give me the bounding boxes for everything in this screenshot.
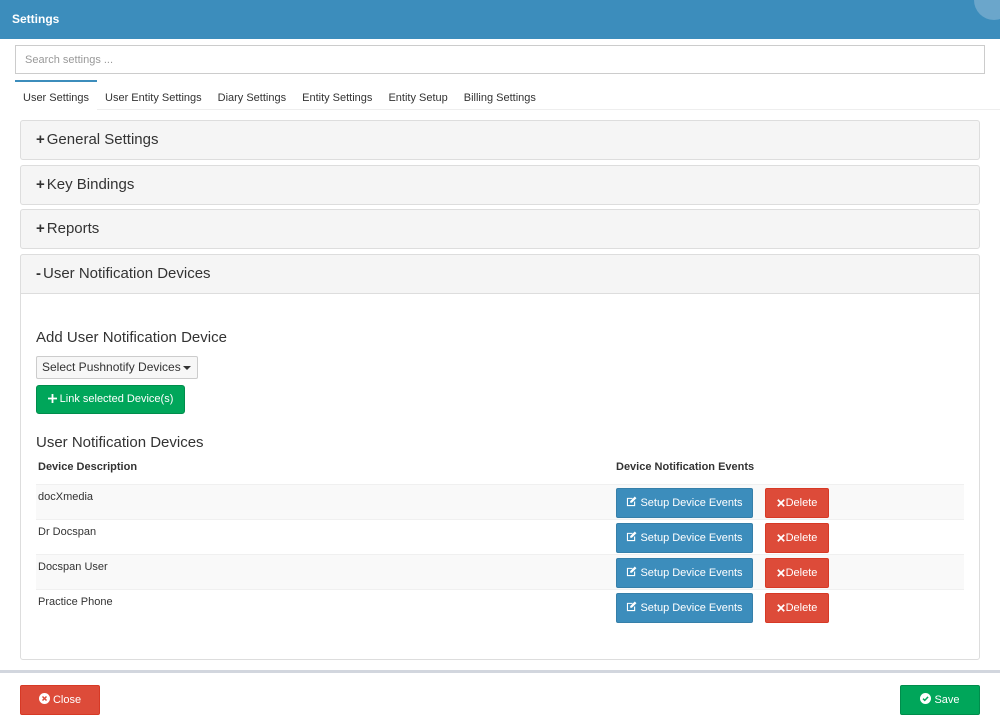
delete-label: Delete [785,532,818,544]
setup-label: Setup Device Events [640,497,743,509]
panel-general-settings[interactable]: + General Settings [20,120,980,160]
panel-key-bindings[interactable]: + Key Bindings [20,165,980,205]
device-description: Dr Docspan [38,526,97,538]
modal-footer: Close Save [0,670,1000,724]
delete-device-button[interactable]: Delete [765,488,829,518]
edit-icon [627,531,637,542]
device-description: Practice Phone [38,596,113,608]
corner-decoration [974,0,1000,20]
select-label: Select Pushnotify Devices [42,360,181,374]
expand-icon: + [36,176,45,193]
tab-entity-settings[interactable]: Entity Settings [294,80,380,110]
delete-label: Delete [785,567,818,579]
link-devices-label: Link selected Device(s) [59,393,174,405]
column-header-events: Device Notification Events [616,461,755,473]
edit-icon [627,496,637,507]
tab-user-entity-settings[interactable]: User Entity Settings [97,80,210,110]
expand-icon: + [36,220,45,237]
close-label: Close [52,694,82,706]
tab-diary-settings[interactable]: Diary Settings [210,80,294,110]
panel-title: Reports [46,220,100,237]
save-button[interactable]: Save [900,685,980,715]
setup-label: Setup Device Events [640,532,743,544]
delete-label: Delete [785,602,818,614]
device-description: docXmedia [38,491,94,503]
expand-icon: + [36,131,45,148]
close-button[interactable]: Close [20,685,100,715]
panel-reports[interactable]: + Reports [20,209,980,249]
setup-label: Setup Device Events [640,567,743,579]
times-icon [776,604,785,612]
collapse-icon: - [36,265,41,282]
delete-device-button[interactable]: Delete [765,593,829,623]
setup-device-events-button[interactable]: Setup Device Events [616,523,753,553]
delete-label: Delete [785,497,818,509]
search-input[interactable] [16,46,984,73]
panel-user-notification-devices: - User Notification Devices Add User Noti… [20,254,980,660]
tab-billing-settings[interactable]: Billing Settings [456,80,544,110]
panel-title: User Notification Devices [43,265,211,282]
panel-header-user-notification-devices[interactable]: - User Notification Devices [20,254,980,294]
setup-device-events-button[interactable]: Setup Device Events [616,558,753,588]
search-box [15,45,985,74]
add-device-heading: Add User Notification Device [36,329,227,346]
check-circle-icon [920,693,932,704]
setup-device-events-button[interactable]: Setup Device Events [616,593,753,623]
edit-icon [627,601,637,612]
panel-title: Key Bindings [46,176,135,193]
pushnotify-devices-select[interactable]: Select Pushnotify Devices [36,356,198,379]
delete-device-button[interactable]: Delete [765,523,829,553]
device-list-heading: User Notification Devices [36,434,204,451]
times-icon [776,569,785,577]
window-title: Settings [12,12,60,26]
edit-icon [627,566,637,577]
tab-user-settings[interactable]: User Settings [15,80,98,110]
link-devices-button[interactable]: Link selected Device(s) [36,385,185,414]
title-bar: Settings [0,0,1000,39]
tab-entity-setup[interactable]: Entity Setup [380,80,455,110]
settings-tabs: User Settings User Entity Settings Diary… [15,80,1000,110]
setup-label: Setup Device Events [640,602,743,614]
caret-down-icon [183,366,191,370]
setup-device-events-button[interactable]: Setup Device Events [616,488,753,518]
save-label: Save [934,694,960,706]
column-header-description: Device Description [38,461,138,473]
times-circle-icon [38,693,50,704]
table-row: Practice Phone Setup Device Events Delet… [36,589,964,624]
table-row: Dr Docspan Setup Device Events Delete [36,519,964,554]
times-icon [776,499,785,507]
delete-device-button[interactable]: Delete [765,558,829,588]
device-description: Docspan User [38,561,108,573]
plus-icon [47,394,57,403]
panel-title: General Settings [46,131,159,148]
table-row: Docspan User Setup Device Events Delete [36,554,964,589]
table-row: docXmedia Setup Device Events Delete [36,484,964,519]
times-icon [776,534,785,542]
